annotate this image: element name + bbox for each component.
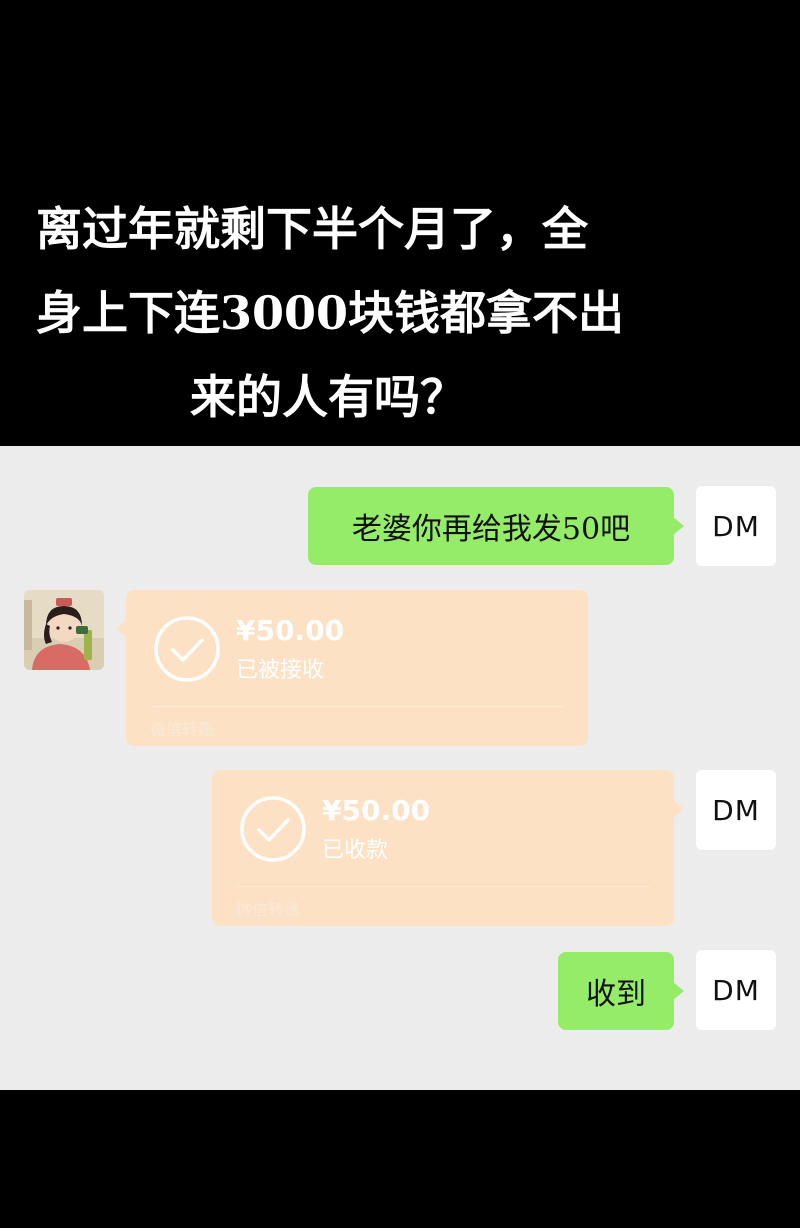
contact-avatar[interactable] bbox=[24, 590, 104, 670]
transfer-status: 已被接收 bbox=[236, 658, 325, 683]
message-text: 老婆你再给我发50吧 bbox=[351, 512, 631, 547]
caption-banner: 离过年就剩下半个月了，全 身上下连3000块钱都拿不出 来的人有吗？ bbox=[0, 0, 800, 446]
avatar-label: DM bbox=[712, 973, 760, 1007]
transfer-amount: ¥50.00 bbox=[322, 794, 431, 827]
caption-line-3: 来的人有吗？ bbox=[190, 370, 466, 424]
sent-message-bubble[interactable]: 老婆你再给我发50吧 bbox=[308, 487, 684, 565]
avatar-label: DM bbox=[712, 793, 760, 827]
my-avatar[interactable]: DM bbox=[696, 950, 776, 1030]
my-avatar[interactable]: DM bbox=[696, 770, 776, 850]
message-text: 收到 bbox=[586, 977, 646, 1012]
transfer-card-sent[interactable]: ¥50.00 已收款 微信转账 bbox=[212, 770, 684, 926]
caption-line-2: 身上下连3000块钱都拿不出 bbox=[36, 286, 625, 340]
transfer-footer: 微信转账 bbox=[236, 900, 301, 919]
check-circle-icon bbox=[240, 796, 306, 862]
transfer-amount: ¥50.00 bbox=[236, 614, 345, 647]
transfer-status: 已收款 bbox=[322, 838, 389, 863]
divider bbox=[236, 886, 650, 887]
transfer-footer: 微信转账 bbox=[150, 720, 215, 739]
divider bbox=[150, 706, 564, 707]
transfer-card-received[interactable]: ¥50.00 已被接收 微信转账 bbox=[116, 590, 588, 746]
my-avatar[interactable]: DM bbox=[696, 486, 776, 566]
bottom-bar bbox=[0, 1090, 800, 1228]
chat-area[interactable]: 老婆你再给我发50吧 DM ¥50.00 已被接收 微信转账 ¥50.00 已收… bbox=[0, 446, 800, 1090]
caption-line-1: 离过年就剩下半个月了，全 bbox=[36, 202, 588, 256]
avatar-label: DM bbox=[712, 509, 760, 543]
sent-message-bubble[interactable]: 收到 bbox=[558, 952, 684, 1030]
check-circle-icon bbox=[154, 616, 220, 682]
girl-illustration-icon bbox=[24, 590, 104, 670]
